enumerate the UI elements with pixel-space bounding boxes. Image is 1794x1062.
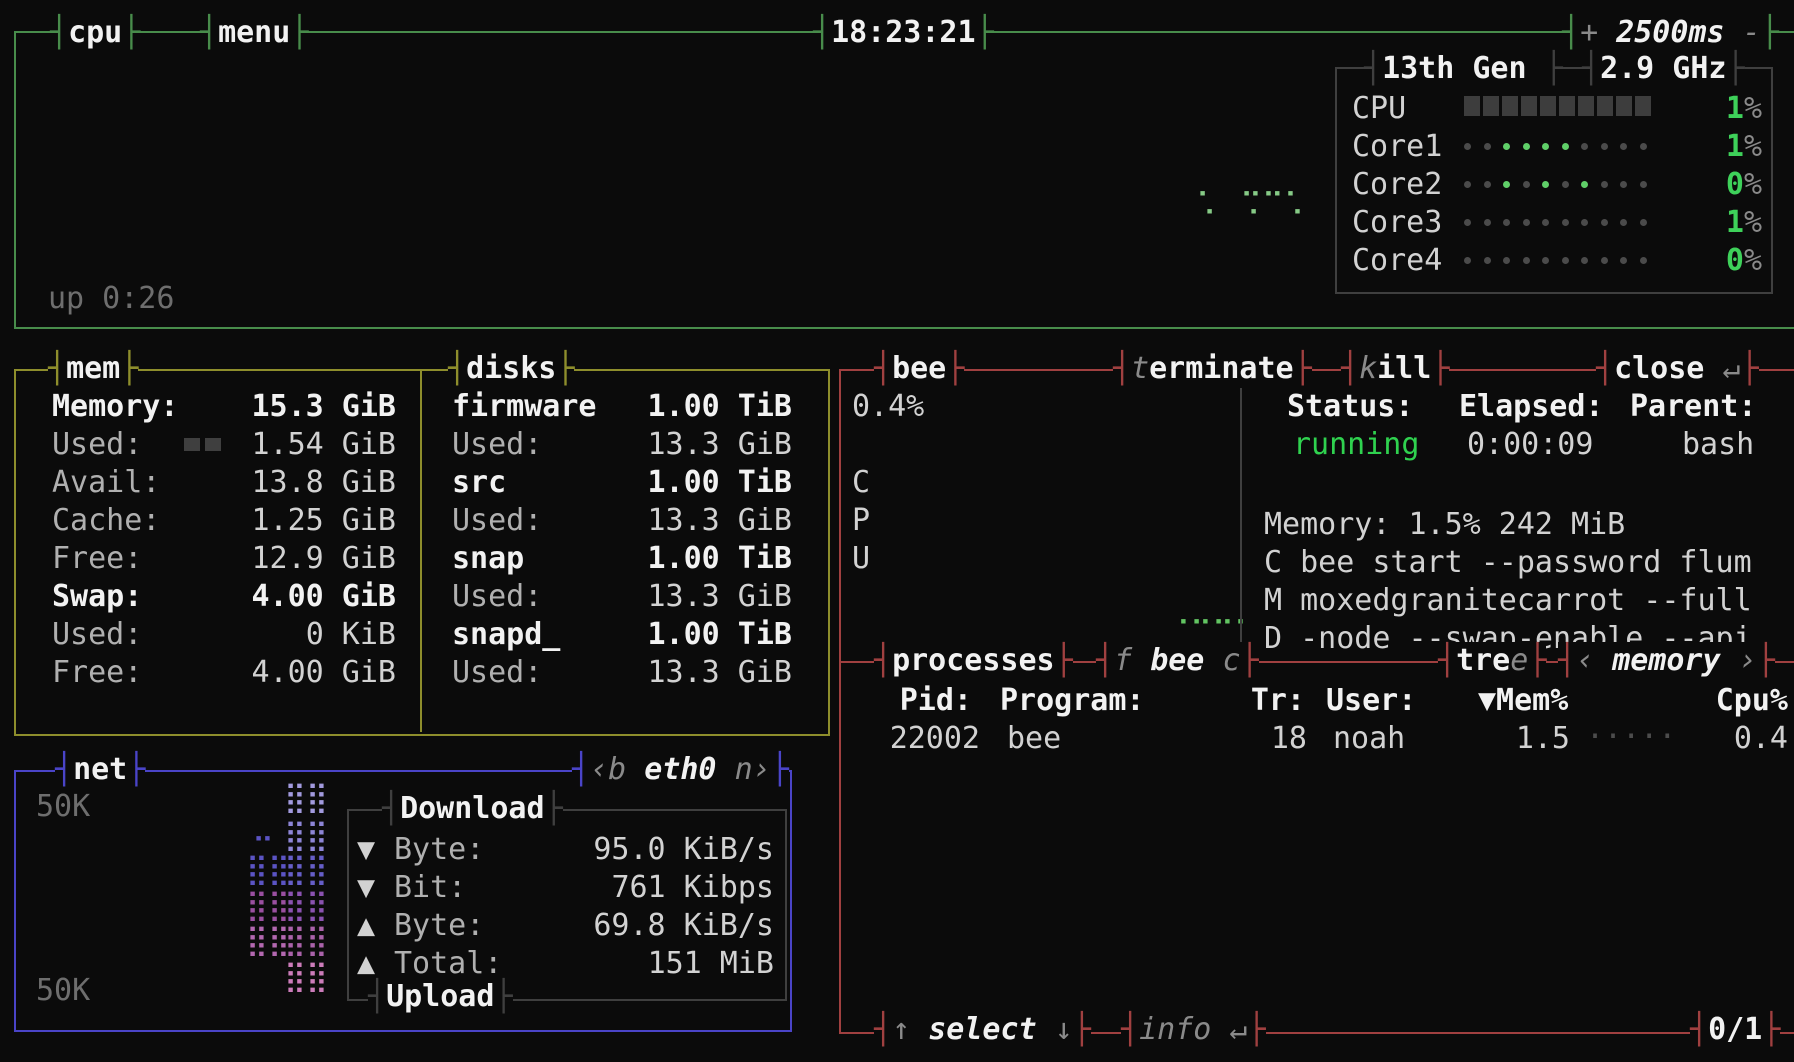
close-button[interactable]: ┤close ↵├ [1596,350,1759,388]
cpu-model-label: ┤13th Gen ├ [1364,50,1563,88]
sort-control: ┤‹ memory ›├ [1558,642,1775,680]
select-control[interactable]: ┤↑ select ↓├ [874,1011,1091,1049]
btop-terminal: ┤cpu├ ┤menu├ ┤18:23:21├ ┤+ 2500ms -├ up … [0,0,1794,1062]
processes-panel-title[interactable]: ┤processes├ [874,642,1073,680]
terminate-button[interactable]: ┤terminate├ [1113,350,1312,388]
enter-key-icon: ↵ [1722,351,1740,386]
mem-panel [14,369,830,736]
detail-title: ┤bee├ [874,350,964,388]
arrow-up-icon[interactable]: ↑ [892,1012,910,1047]
cpu-title-label: cpu [68,15,122,50]
menu-button[interactable]: ┤menu├ [200,14,308,52]
sort-prev-button[interactable]: ‹ [1576,643,1594,678]
net-stats-subpanel [347,809,787,1001]
disks-panel-title[interactable]: ┤disks├ [448,350,574,388]
iface-prev-button[interactable]: ‹b [590,752,626,787]
iface-name: eth0 [644,752,716,787]
mem-panel-title[interactable]: ┤mem├ [48,350,138,388]
refresh-plus-button[interactable]: + [1580,15,1598,50]
refresh-rate-control: ┤+ 2500ms -├ [1562,14,1779,52]
refresh-minus-button[interactable]: - [1743,15,1761,50]
kill-button[interactable]: ┤kill├ [1341,350,1449,388]
iface-next-button[interactable]: n› [735,752,771,787]
process-detail-panel [839,369,1794,663]
filter-input[interactable]: bee [1150,643,1204,678]
cpu-panel-title[interactable]: ┤cpu├ [50,14,140,52]
net-interface-switcher: ┤‹b eth0 n›├ [572,751,789,789]
tree-toggle-button[interactable]: ┤tree├ [1438,642,1546,680]
process-count: ┤0/1├ [1690,1011,1780,1049]
processes-panel [839,661,1794,1034]
filter-control[interactable]: ┤f bee c├ [1096,642,1259,680]
cpu-core-subpanel [1335,67,1773,294]
menu-label: menu [218,15,290,50]
arrow-down-icon[interactable]: ↓ [1055,1012,1073,1047]
detail-divider [1240,372,1242,644]
upload-title: ┤Upload├ [368,978,513,1016]
refresh-value: 2500ms [1598,15,1743,50]
clock: ┤18:23:21├ [813,14,994,52]
mem-disks-divider [420,369,422,732]
sort-column-label: memory [1612,643,1720,678]
info-button[interactable]: ┤info ↵├ [1121,1011,1266,1049]
download-title: ┤Download├ [382,790,563,828]
sort-next-button[interactable]: › [1739,643,1757,678]
cpu-freq-label: ┤2.9 GHz├ [1582,50,1745,88]
enter-key-icon: ↵ [1229,1012,1247,1047]
net-panel-title[interactable]: ┤net├ [55,751,145,789]
